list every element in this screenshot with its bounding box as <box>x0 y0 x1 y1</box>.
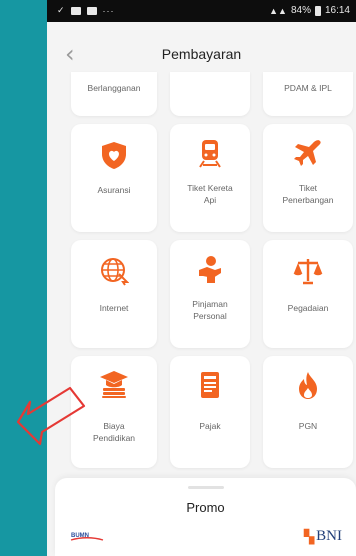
service-card-internet[interactable]: Internet <box>71 240 157 348</box>
service-label: Pajak <box>199 421 221 431</box>
bni-logo-text: BNI <box>316 528 342 544</box>
scale-icon <box>293 259 323 285</box>
service-label: Berlangganan <box>87 83 141 93</box>
battery-icon <box>314 5 321 16</box>
service-label: Internet <box>99 303 129 313</box>
page-title: Pembayaran <box>161 46 242 62</box>
more-dots-icon: ··· <box>102 5 115 16</box>
service-label: Pegadaian <box>287 303 329 313</box>
loan-hand-icon <box>199 256 221 283</box>
phone-screen: ✓ ··· ▲▲ 84% 16:14 ‹ Pembayaran Berlangg… <box>47 0 356 556</box>
service-card-pajak[interactable]: Pajak <box>170 356 250 468</box>
service-label: Tiket Penerbangan <box>282 183 334 205</box>
service-card-penerbangan[interactable]: Tiket Penerbangan <box>263 124 353 232</box>
pointer-arrow-icon <box>16 386 86 446</box>
drag-handle[interactable] <box>187 486 224 489</box>
globe-icon <box>101 258 129 286</box>
image-icon <box>86 6 97 15</box>
service-label: Pinjaman Personal <box>192 299 228 321</box>
bni-mark-icon: ▚ <box>304 528 315 544</box>
service-card-pgn[interactable]: PGN <box>263 356 353 468</box>
service-label: PGN <box>298 421 318 431</box>
bni-logo: ▚ BNI <box>304 528 342 545</box>
service-card-asuransi[interactable]: Asuransi <box>71 124 157 232</box>
check-icon: ✓ <box>57 5 65 15</box>
service-card-pinjaman[interactable]: Pinjaman Personal <box>170 240 250 348</box>
service-card-berlangganan[interactable]: Berlangganan <box>71 72 157 116</box>
tax-document-icon <box>201 372 219 398</box>
clock: 16:14 <box>324 5 350 16</box>
promo-title: Promo <box>186 500 225 515</box>
flame-icon <box>299 372 317 399</box>
service-label: Biaya Pendidikan <box>92 421 136 443</box>
service-card-kereta[interactable]: Tiket Kereta Api <box>170 124 250 232</box>
graduation-cap-icon <box>100 371 128 398</box>
message-icon <box>70 6 81 15</box>
airplane-icon <box>294 140 321 166</box>
bumn-logo: BUMN <box>70 533 104 541</box>
status-bar: ✓ ··· ▲▲ 84% 16:14 <box>47 0 356 22</box>
status-right: ▲▲ 84% 16:14 <box>269 5 350 16</box>
service-card-blank[interactable] <box>170 72 250 116</box>
battery-percent: 84% <box>290 5 311 16</box>
service-card-pegadaian[interactable]: Pegadaian <box>263 240 353 348</box>
promo-sheet[interactable]: Promo BUMN ▚ BNI <box>55 478 356 556</box>
service-label: Tiket Kereta Api <box>187 183 233 205</box>
train-icon <box>199 140 221 168</box>
shield-heart-icon <box>102 142 126 169</box>
service-card-pdam[interactable]: PDAM & IPL <box>263 72 353 116</box>
status-left: ✓ ··· <box>57 5 115 16</box>
signal-icon: ▲▲ <box>269 5 287 16</box>
service-label: Asuransi <box>97 185 131 195</box>
service-label: PDAM & IPL <box>284 83 332 93</box>
